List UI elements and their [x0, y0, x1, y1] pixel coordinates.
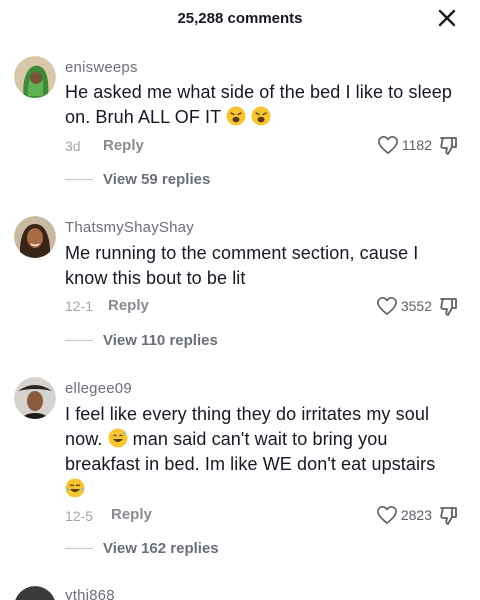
- comment-username[interactable]: ythi868: [65, 587, 115, 600]
- avatar[interactable]: [14, 586, 56, 600]
- comment-item: ythi868: [0, 0, 480, 600]
